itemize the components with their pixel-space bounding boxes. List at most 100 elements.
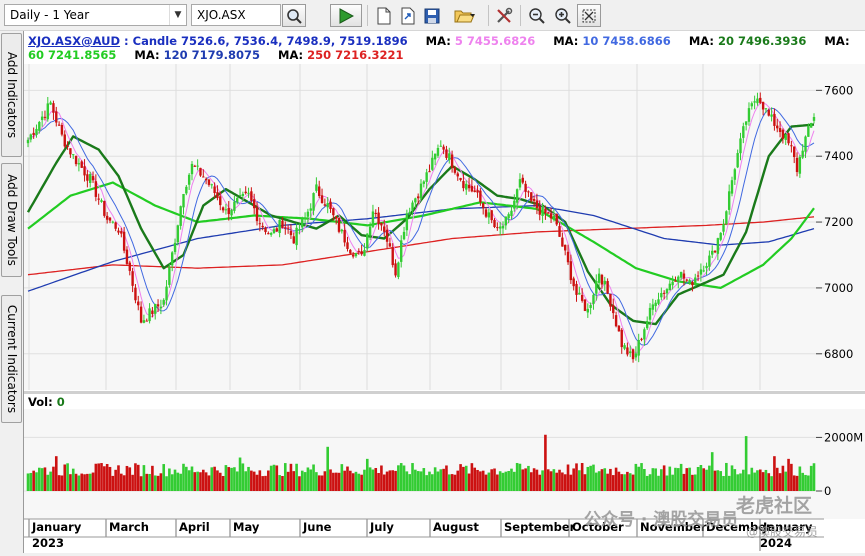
candle-body bbox=[770, 114, 773, 117]
candle-body bbox=[97, 198, 100, 200]
volume-bar bbox=[453, 474, 457, 491]
candle-body bbox=[334, 216, 338, 219]
candle-body bbox=[170, 252, 174, 266]
volume-bar bbox=[566, 464, 570, 491]
candle-body bbox=[411, 202, 414, 211]
candle-body bbox=[787, 133, 790, 144]
candle-body bbox=[216, 192, 219, 199]
candle-body bbox=[83, 166, 86, 176]
tab-label: Add Indicators bbox=[4, 51, 19, 139]
candle-body bbox=[448, 153, 451, 161]
candle-body bbox=[561, 237, 564, 247]
candle-body bbox=[685, 279, 688, 281]
new-document-icon bbox=[377, 7, 391, 25]
volume-bar bbox=[756, 470, 759, 491]
export-button[interactable] bbox=[396, 4, 420, 27]
volume-bar bbox=[317, 475, 321, 491]
folder-open-icon bbox=[454, 10, 475, 23]
candle-body bbox=[439, 145, 442, 147]
candle-body bbox=[583, 299, 587, 311]
volume-bar bbox=[725, 462, 728, 491]
candle-body bbox=[807, 126, 810, 137]
month-label: January bbox=[31, 520, 82, 534]
candle-body bbox=[318, 186, 321, 197]
play-button[interactable] bbox=[330, 4, 362, 27]
tab-add-indicators[interactable]: Add Indicators bbox=[1, 33, 22, 157]
volume-bar bbox=[303, 472, 307, 491]
candle-body bbox=[617, 325, 621, 332]
volume-bar bbox=[224, 465, 228, 491]
zoom-out-button[interactable] bbox=[525, 4, 549, 27]
candle-body bbox=[402, 231, 406, 240]
symbol-label[interactable]: XJO.ASX@AUD bbox=[28, 34, 120, 48]
candle-body bbox=[552, 215, 556, 220]
candle-body bbox=[674, 280, 677, 282]
volume-bar bbox=[388, 470, 392, 491]
volume-bar bbox=[679, 463, 683, 491]
candle-body bbox=[651, 304, 655, 310]
candle-body bbox=[199, 167, 202, 176]
volume-bar bbox=[631, 474, 635, 491]
candle-body bbox=[131, 271, 134, 286]
volume-bar bbox=[812, 463, 816, 491]
candle-body bbox=[281, 220, 284, 228]
volume-bar bbox=[125, 465, 129, 491]
candle-body bbox=[654, 302, 657, 307]
month-label: March bbox=[109, 520, 149, 534]
volume-bar bbox=[739, 473, 742, 491]
ma-label: MA: bbox=[425, 34, 451, 48]
candle-body bbox=[773, 113, 776, 126]
price-volume-chart[interactable]: 6800 7000 7200 7400 7600 0 2000M January March… bbox=[24, 31, 865, 553]
volume-bar bbox=[218, 472, 222, 491]
volume-bar bbox=[436, 471, 440, 491]
tab-add-draw-tools[interactable]: Add Draw Tools bbox=[1, 163, 22, 277]
tools-button[interactable] bbox=[492, 4, 516, 27]
candle-body bbox=[812, 117, 816, 121]
save-button[interactable] bbox=[420, 4, 444, 27]
volume-bar bbox=[394, 470, 397, 491]
chart-area[interactable]: 6800 7000 7200 7400 7600 0 2000M January March… bbox=[23, 31, 865, 553]
candle-body bbox=[645, 321, 649, 329]
candle-body bbox=[66, 146, 69, 148]
chevron-down-icon[interactable]: ▼ bbox=[169, 5, 186, 25]
candle-body bbox=[459, 178, 462, 180]
search-button[interactable] bbox=[282, 4, 306, 27]
candle-body bbox=[595, 281, 598, 294]
fit-screen-button[interactable] bbox=[577, 4, 601, 27]
period-select[interactable]: Daily - 1 Year ▼ bbox=[4, 4, 187, 26]
volume-bar bbox=[337, 472, 341, 491]
candle-body bbox=[592, 294, 595, 304]
candle-body bbox=[351, 254, 355, 257]
volume-bar bbox=[210, 467, 214, 491]
volume-bar bbox=[365, 458, 369, 491]
volume-bar bbox=[781, 465, 785, 491]
candle-body bbox=[269, 233, 273, 235]
volume-bar bbox=[289, 463, 293, 491]
volume-value: 0 bbox=[56, 395, 65, 409]
volume-bar bbox=[569, 474, 573, 491]
volume-bar bbox=[148, 473, 151, 491]
volume-bar bbox=[71, 468, 75, 491]
volume-bar bbox=[733, 469, 737, 491]
candle-body bbox=[292, 236, 295, 244]
candle-body bbox=[236, 198, 239, 203]
tab-current-indicators[interactable]: Current Indicators bbox=[1, 295, 22, 423]
ma250-value: 250 7216.3221 bbox=[307, 48, 404, 62]
volume-bar bbox=[54, 456, 58, 491]
month-label: July bbox=[369, 520, 394, 534]
candle-body bbox=[405, 213, 409, 231]
new-chart-button[interactable] bbox=[372, 4, 396, 27]
ma-label: MA: bbox=[824, 34, 850, 48]
candle-body bbox=[767, 110, 770, 116]
volume-bar bbox=[204, 472, 208, 491]
volume-bar bbox=[705, 469, 708, 491]
ma10-value: 10 7458.6866 bbox=[582, 34, 671, 48]
symbol-input[interactable]: XJO.ASX bbox=[191, 4, 281, 26]
zoom-in-button[interactable] bbox=[551, 4, 575, 27]
volume-bar bbox=[792, 475, 796, 491]
candle-body bbox=[422, 181, 426, 184]
candle-body bbox=[753, 101, 756, 103]
volume-bar bbox=[230, 467, 233, 491]
open-button[interactable] bbox=[446, 4, 484, 27]
candle-body bbox=[518, 179, 522, 188]
